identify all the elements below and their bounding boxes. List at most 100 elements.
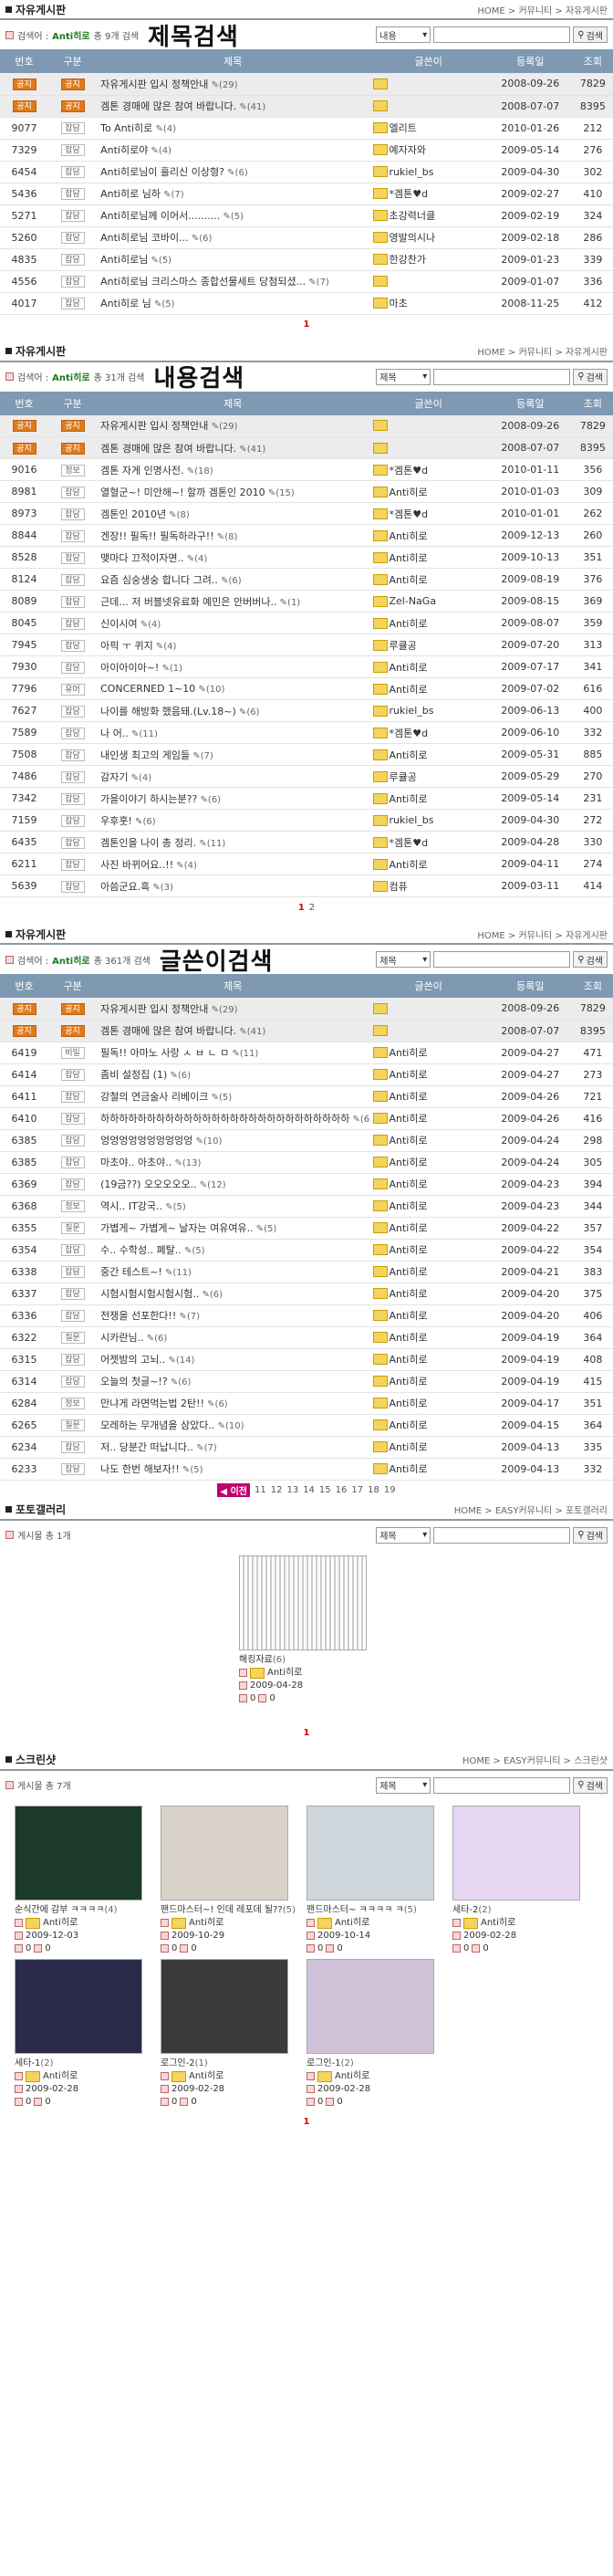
writer-cell[interactable] xyxy=(369,270,488,293)
writer-name[interactable]: Anti히로 xyxy=(390,529,428,543)
writer-cell[interactable]: Anti히로 xyxy=(369,743,488,766)
writer-name[interactable]: Anti히로 xyxy=(390,1111,428,1126)
writer-cell[interactable]: 초강력너클 xyxy=(369,204,488,227)
writer-name[interactable]: Anti히로 xyxy=(390,1286,428,1301)
writer-cell[interactable]: Anti히로 xyxy=(369,1085,488,1108)
table-row[interactable]: 7159 잡담 우후훗! ✎(6) rukiel_bs 2009-04-30 272 xyxy=(0,809,613,832)
writer-name[interactable]: Anti히로 xyxy=(390,1418,428,1432)
post-title-link[interactable]: 겐장!! 필독!! 필독하라구!! xyxy=(100,530,214,542)
writer-cell[interactable]: 예자자와 xyxy=(369,139,488,162)
post-title-cell[interactable]: 겜톤인을 나이 총 정리. ✎(11) xyxy=(97,831,369,853)
table-row[interactable]: 6419 비밀 필독!! 아마노 사랑 ㅅ ㅂ ㄴ ㅁ ✎(11) Anti히로 200… xyxy=(0,1042,613,1064)
post-title-cell[interactable]: 나도 한번 해보자!! ✎(5) xyxy=(97,1458,369,1481)
writer-name[interactable]: Anti히로 xyxy=(189,2070,223,2083)
writer-cell[interactable]: Anti히로 xyxy=(369,568,488,591)
post-title-cell[interactable]: 가볍게~ 가볍게~ 날자는 여유여유.. ✎(5) xyxy=(97,1217,369,1240)
post-title-cell[interactable]: 하하하하하하하하하하하하하하하하하하하하하하하하하하하 ✎(6) xyxy=(97,1107,369,1130)
writer-name[interactable]: *겜톤♥d xyxy=(390,507,429,521)
post-title-cell[interactable]: 좀비 설정집 (1) ✎(6) xyxy=(97,1063,369,1086)
search-button[interactable]: ⚲ 검색 xyxy=(573,1526,608,1544)
writer-name[interactable]: 루큘공 xyxy=(390,770,417,784)
post-title-cell[interactable]: 열혈군~! 미안해~! 할까 겜톤인 2010 ✎(15) xyxy=(97,480,369,503)
post-title-link[interactable]: 전쟁을 선포한다!! xyxy=(100,1310,176,1322)
writer-cell[interactable]: Anti히로 xyxy=(369,1370,488,1393)
post-title-cell[interactable]: 필독!! 아마노 사랑 ㅅ ㅂ ㄴ ㅁ ✎(11) xyxy=(97,1042,369,1064)
breadcrumb[interactable]: HOME > 커뮤니티 > 자유게시판 xyxy=(477,344,608,358)
writer-cell[interactable]: Anti히로 xyxy=(369,655,488,678)
post-title-link[interactable]: 우후훗! xyxy=(100,815,132,827)
post-title-cell[interactable]: To Anti히로 ✎(4) xyxy=(97,117,369,140)
post-title-link[interactable]: 아이아이아~! xyxy=(100,662,159,674)
writer-name[interactable]: 초강력너클 xyxy=(390,208,436,223)
thumbnail-image[interactable] xyxy=(15,1958,142,2054)
writer-cell[interactable]: Anti히로 xyxy=(369,524,488,547)
writer-cell[interactable] xyxy=(369,73,488,96)
writer-name[interactable]: 컴퓨 xyxy=(390,879,408,894)
search-input[interactable] xyxy=(433,951,571,968)
post-title-link[interactable]: 요즘 심숭생숭 합니다 그려.. xyxy=(100,574,218,586)
writer-cell[interactable]: Anti히로 xyxy=(369,1304,488,1327)
writer-name[interactable]: Anti히로 xyxy=(390,485,428,499)
post-title-link[interactable]: 겜톤 경매에 많은 참여 바랍니다. xyxy=(100,443,236,455)
writer-name[interactable]: rukiel_bs xyxy=(390,814,434,826)
writer-name[interactable]: *겜톤♥d xyxy=(390,835,429,850)
card-title[interactable]: 세타-1(2) xyxy=(15,2058,157,2070)
post-title-cell[interactable]: (19금??) 오오오오오.. ✎(12) xyxy=(97,1173,369,1196)
post-title-cell[interactable]: 아씀군요.흑 ✎(3) xyxy=(97,874,369,897)
post-title-link[interactable]: 내인생 최고의 게임들 xyxy=(100,749,190,761)
table-row[interactable]: 8528 잡담 맺마다 끄적이자면.. ✎(4) Anti히로 2009-10-13 35… xyxy=(0,546,613,569)
writer-cell[interactable]: Anti히로 xyxy=(369,1107,488,1130)
card-title[interactable]: 팬드마스터~ ㅋㅋㅋㅋ ㅋ(5) xyxy=(306,1904,449,1917)
post-title-link[interactable]: 모레하는 무개념을 삼았다.. xyxy=(100,1419,214,1431)
table-row[interactable]: 공지 공지 겜톤 경매에 많은 참여 바랍니다. ✎(41) 2008-07-07 83… xyxy=(0,95,613,118)
post-title-cell[interactable]: 겜톤인 2010년 ✎(8) xyxy=(97,502,369,525)
page-link[interactable]: 12 xyxy=(271,1485,283,1495)
writer-name[interactable]: 영발의시나 xyxy=(390,230,436,245)
gallery-card[interactable]: 로그인-1(2) Anti히로 2009-02-28 0 0 xyxy=(306,1958,449,2109)
writer-cell[interactable]: Anti히로 xyxy=(369,1348,488,1371)
writer-name[interactable]: Anti히로 xyxy=(390,1045,428,1060)
table-row[interactable]: 5639 잡담 아씀군요.흑 ✎(3) 컴퓨 2009-03-11 414 xyxy=(0,874,613,897)
writer-cell[interactable]: *겜톤♥d xyxy=(369,458,488,481)
writer-name[interactable]: 마초 xyxy=(390,296,408,310)
table-row[interactable]: 7486 잡담 감자기 ✎(4) 루큘공 2009-05-29 270 xyxy=(0,765,613,788)
writer-cell[interactable]: Anti히로 xyxy=(369,1414,488,1437)
post-title-cell[interactable]: Anti히로님 코바이... ✎(6) xyxy=(97,226,369,249)
card-title[interactable]: 로그인-2(1) xyxy=(161,2058,303,2070)
post-title-link[interactable]: 맺마다 끄적이자면.. xyxy=(100,552,183,564)
post-title-cell[interactable]: 역시.. IT강국.. ✎(5) xyxy=(97,1195,369,1218)
post-title-cell[interactable]: 감자기 ✎(4) xyxy=(97,765,369,788)
card-title[interactable]: 세타-2(2) xyxy=(452,1904,595,1917)
writer-cell[interactable]: *겜톤♥d xyxy=(369,502,488,525)
table-row[interactable]: 6336 잡담 전쟁을 선포한다!! ✎(7) Anti히로 2009-04-20 406 xyxy=(0,1304,613,1327)
table-row[interactable]: 공지 공지 겜톤 경매에 많은 참여 바랍니다. ✎(41) 2008-07-07 83… xyxy=(0,1020,613,1042)
table-row[interactable]: 7627 잡담 나이를 해방화 했음돼.(Lv.18~) ✎(6) rukiel_bs… xyxy=(0,699,613,722)
page-link[interactable]: 19 xyxy=(384,1485,396,1495)
post-title-cell[interactable]: 아픽 ㅜ 퀴지 ✎(4) xyxy=(97,634,369,656)
post-title-cell[interactable]: 나이를 해방화 했음돼.(Lv.18~) ✎(6) xyxy=(97,699,369,722)
table-row[interactable]: 6211 잡담 사진 바뀌어요..!! ✎(4) Anti히로 2009-04-11 27… xyxy=(0,853,613,875)
post-title-link[interactable]: 좀비 설정집 (1) xyxy=(100,1069,167,1081)
post-title-link[interactable]: 겜톤 경매에 많은 참여 바랍니다. xyxy=(100,1025,236,1037)
table-row[interactable]: 6315 잡담 어젯밤의 고뇌.. ✎(14) Anti히로 2009-04-19 408 xyxy=(0,1348,613,1371)
table-row[interactable]: 7342 잡담 가을이야기 하시는분?? ✎(6) Anti히로 2009-05-14 2… xyxy=(0,787,613,810)
post-title-link[interactable]: 시험시험시험시험시험.. xyxy=(100,1288,199,1300)
post-title-link[interactable]: 사진 바뀌어요..!! xyxy=(100,859,173,871)
writer-name[interactable]: Anti히로 xyxy=(43,2070,78,2083)
thumbnail-image[interactable] xyxy=(15,1805,142,1901)
post-title-link[interactable]: 하하하하하하하하하하하하하하하하하하하하하하하하하하하 xyxy=(100,1113,349,1125)
table-row[interactable]: 8981 잡담 열혈군~! 미안해~! 할까 겜톤인 2010 ✎(15) Anti히… xyxy=(0,480,613,503)
post-title-cell[interactable]: 겜톤 경매에 많은 참여 바랍니다. ✎(41) xyxy=(97,436,369,459)
post-title-cell[interactable]: 신이시여 ✎(4) xyxy=(97,612,369,634)
post-title-link[interactable]: 나 어.. xyxy=(100,728,129,739)
post-title-cell[interactable]: 시험시험시험시험시험.. ✎(6) xyxy=(97,1283,369,1305)
writer-name[interactable]: Anti히로 xyxy=(335,2070,369,2083)
writer-name[interactable]: Anti히로 xyxy=(390,1220,428,1235)
writer-name[interactable]: Anti히로 xyxy=(390,1089,428,1104)
writer-name[interactable]: Anti히로 xyxy=(390,1199,428,1213)
table-row[interactable]: 8844 잡담 겐장!! 필독!! 필독하라구!! ✎(8) Anti히로 2009-1… xyxy=(0,524,613,547)
search-field-select[interactable]: 제목 ▾ xyxy=(376,951,431,968)
writer-name[interactable]: Anti히로 xyxy=(390,748,428,762)
table-row[interactable]: 공지 공지 겜톤 경매에 많은 참여 바랍니다. ✎(41) 2008-07-07 83… xyxy=(0,436,613,459)
post-title-link[interactable]: Anti히로님이 흘리신 이상형? xyxy=(100,166,224,178)
